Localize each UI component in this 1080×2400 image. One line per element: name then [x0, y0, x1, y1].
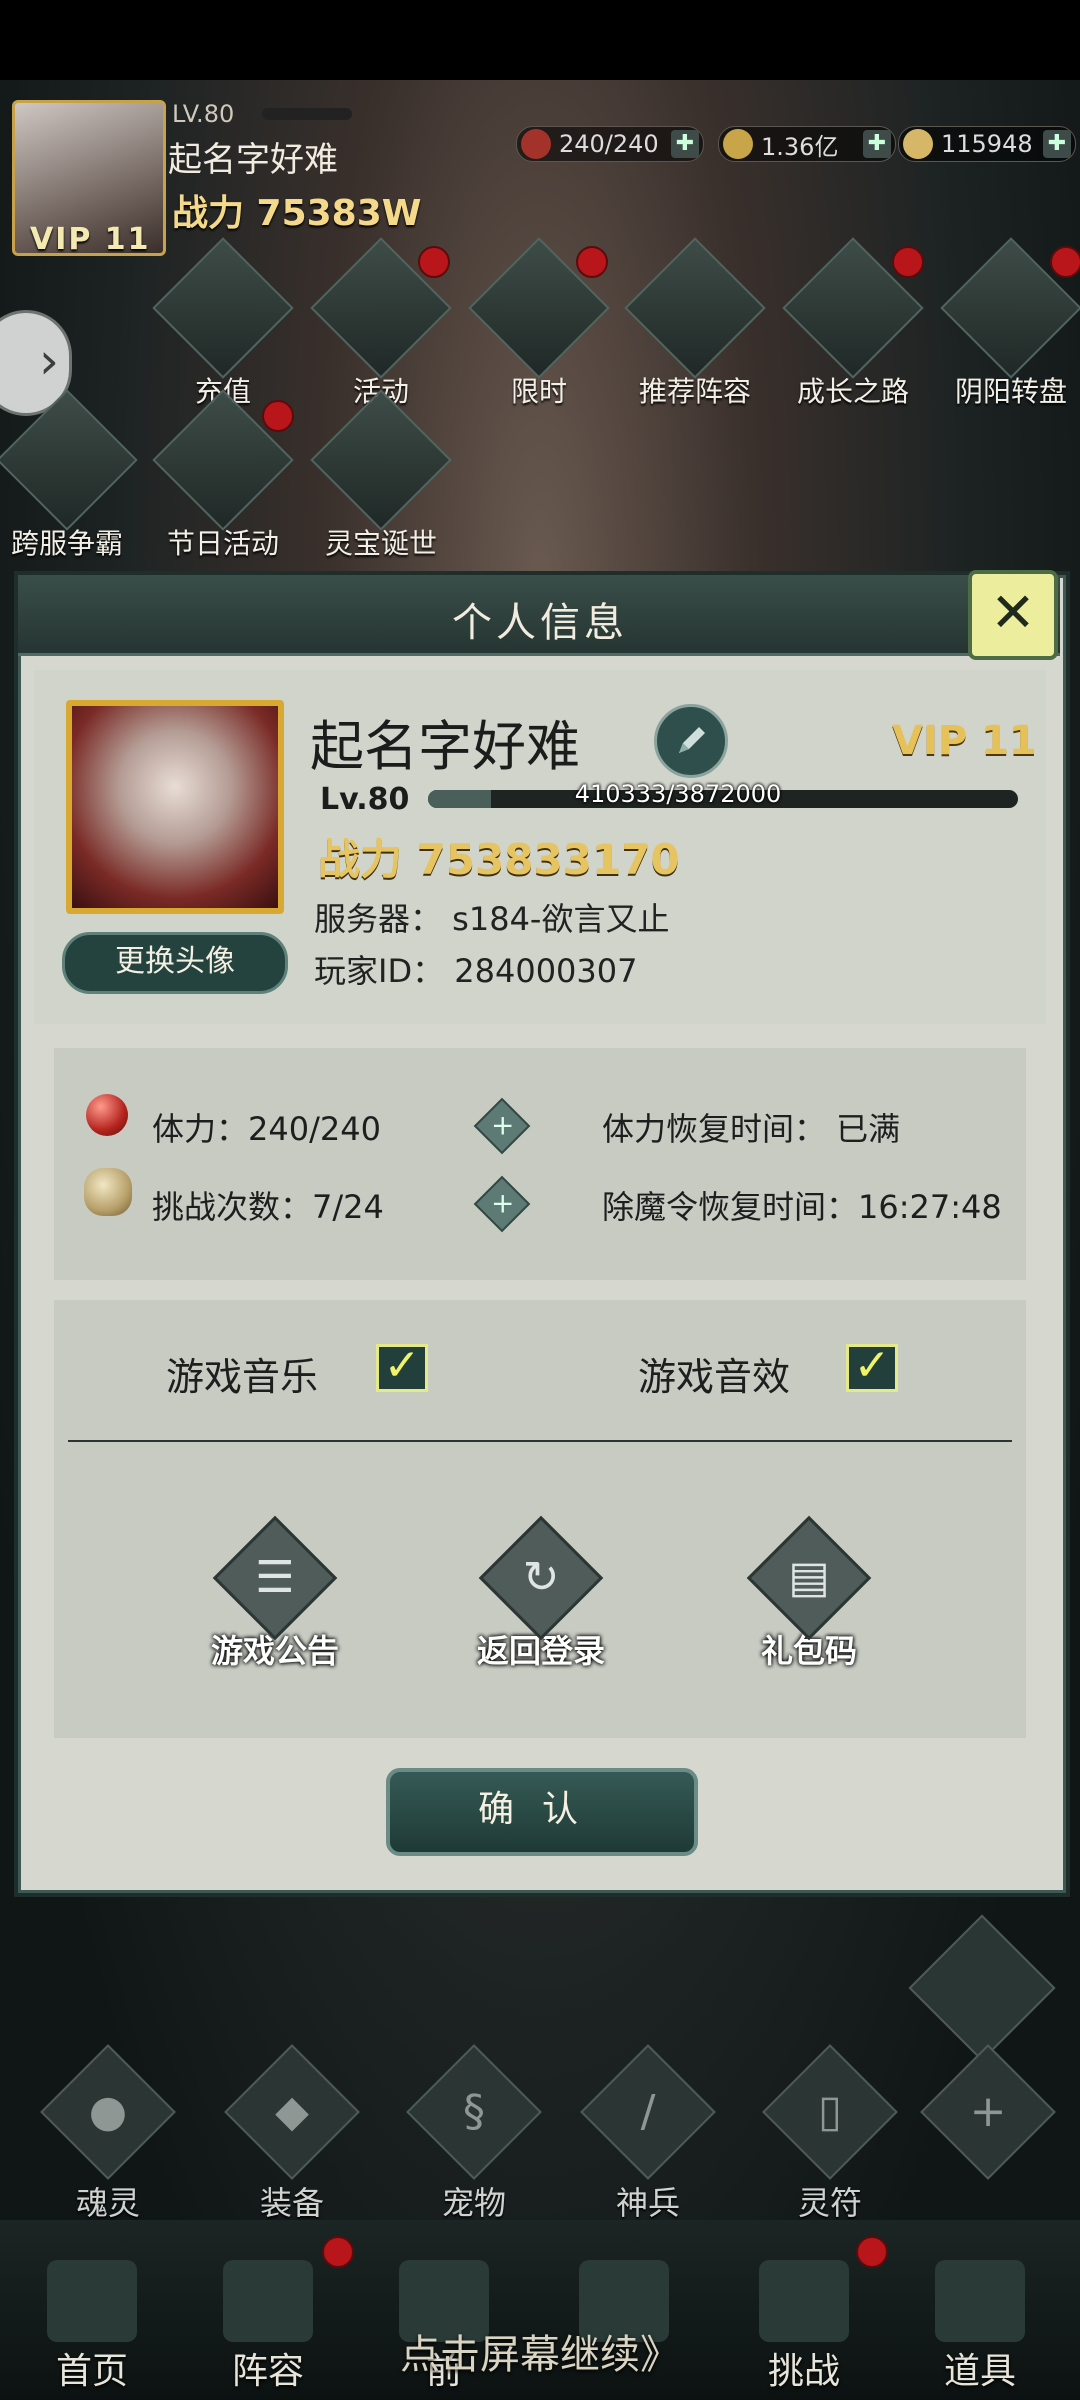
- ingot-icon: [903, 129, 933, 159]
- sub-nav-more[interactable]: +: [918, 2044, 1058, 2180]
- lingbao-icon: [310, 389, 452, 531]
- notification-dot: [1050, 246, 1080, 278]
- feature-growth-path[interactable]: 成长之路: [782, 237, 924, 410]
- feature-limited[interactable]: 限时: [468, 237, 610, 410]
- player-name: 起名字好难: [310, 715, 580, 778]
- player-power: 战力 753833170: [318, 835, 680, 884]
- helmet-icon: ◆: [224, 2044, 360, 2180]
- tap-to-continue[interactable]: 点击屏幕继续》: [0, 2322, 1080, 2380]
- sword-icon: /: [580, 2044, 716, 2180]
- feature-recommended-lineup[interactable]: 推荐阵容: [624, 237, 766, 410]
- player-level: Lv.80: [320, 782, 410, 817]
- resource-value: 115948: [941, 130, 1033, 158]
- sub-nav-equipment[interactable]: ◆ 装备: [222, 2044, 362, 2224]
- resource-coin: 1.36亿 ✚: [718, 126, 896, 162]
- server-info: 服务器： s184-欲言又止: [314, 900, 670, 938]
- feature-yinyang-wheel[interactable]: 阴阳转盘: [940, 237, 1080, 410]
- check-icon: ✓: [383, 1340, 421, 1391]
- feature-recharge[interactable]: 充值: [152, 237, 294, 410]
- dialog-title: 个人信息: [452, 600, 628, 646]
- challenge-token-icon: [84, 1168, 132, 1216]
- vip-level: VIP 11: [892, 718, 1037, 764]
- add-coin-button[interactable]: ✚: [863, 130, 891, 158]
- notification-dot: [892, 246, 924, 278]
- notification-dot: [576, 246, 608, 278]
- resource-value: 1.36亿: [761, 132, 839, 161]
- resource-ingot: 115948 ✚: [898, 126, 1076, 162]
- cross-server-icon: [0, 389, 138, 531]
- sfx-checkbox[interactable]: ✓: [846, 1344, 898, 1392]
- stamina-orb-icon: [86, 1094, 128, 1136]
- document-icon: ▤: [746, 1515, 872, 1641]
- sub-nav-weapon[interactable]: / 神兵: [578, 2044, 718, 2224]
- coin-icon: [723, 129, 753, 159]
- feature-cross-server[interactable]: 跨服争霸: [0, 389, 138, 562]
- talisman-icon: ▯: [762, 2044, 898, 2180]
- notification-dot: [262, 400, 294, 432]
- hud-level-bar: [262, 108, 352, 120]
- hud-vip-badge: VIP 11: [30, 222, 151, 257]
- sub-nav-soul[interactable]: ● 魂灵: [38, 2044, 178, 2224]
- change-avatar-button[interactable]: 更换头像: [62, 932, 288, 994]
- player-id: 玩家ID： 284000307: [314, 952, 638, 990]
- music-checkbox[interactable]: ✓: [376, 1344, 428, 1392]
- person-icon: ●: [40, 2044, 176, 2180]
- feature-event[interactable]: 活动: [310, 237, 452, 410]
- stamina-icon: [521, 129, 551, 159]
- sub-nav-talisman[interactable]: ▯ 灵符: [760, 2044, 900, 2224]
- edit-name-button[interactable]: [654, 704, 728, 778]
- player-portrait: [66, 700, 284, 914]
- check-icon: ✓: [853, 1340, 891, 1391]
- pencil-icon: [679, 727, 705, 753]
- close-button[interactable]: ✕: [968, 570, 1058, 660]
- hud-level: LV.80: [172, 100, 235, 128]
- return-login-button[interactable]: ↻ 返回登录: [456, 1515, 626, 1672]
- token-recover-time: 除魔令恢复时间：16:27:48: [602, 1188, 1002, 1226]
- stamina-value: 体力：240/240: [152, 1110, 381, 1148]
- notification-dot: [418, 246, 450, 278]
- top-dark-bar: [0, 0, 1080, 80]
- add-stamina-button[interactable]: ✚: [671, 130, 699, 158]
- options-divider: [68, 1440, 1012, 1442]
- hud-player-name: 起名字好难: [168, 140, 338, 180]
- lineup-icon: [624, 237, 766, 379]
- notification-dot: [856, 2236, 888, 2268]
- plus-icon: +: [920, 2044, 1056, 2180]
- hud-power: 战力 75383W: [172, 193, 422, 234]
- dragon-icon: §: [406, 2044, 542, 2180]
- recharge-icon: [152, 237, 294, 379]
- announcement-icon: ☰: [212, 1515, 338, 1641]
- notification-dot: [322, 2236, 354, 2268]
- resource-stamina: 240/240 ✚: [516, 126, 704, 162]
- confirm-button[interactable]: 确认: [386, 1768, 698, 1856]
- announcement-button[interactable]: ☰ 游戏公告: [190, 1515, 360, 1672]
- refresh-icon: ↻: [478, 1515, 604, 1641]
- resource-value: 240/240: [559, 130, 659, 158]
- feature-lingbao[interactable]: 灵宝诞世: [310, 389, 452, 562]
- exp-text: 410333/3872000: [574, 780, 782, 808]
- sfx-label: 游戏音效: [638, 1355, 791, 1399]
- music-label: 游戏音乐: [166, 1355, 319, 1399]
- stamina-recover-time: 体力恢复时间： 已满: [602, 1110, 901, 1148]
- sub-nav-pet[interactable]: § 宠物: [404, 2044, 544, 2224]
- add-ingot-button[interactable]: ✚: [1043, 130, 1071, 158]
- stats-panel: [54, 1048, 1026, 1280]
- gift-code-button[interactable]: ▤ 礼包码: [724, 1515, 894, 1672]
- feature-festival[interactable]: 节日活动: [152, 389, 294, 562]
- challenge-count: 挑战次数：7/24: [152, 1188, 384, 1226]
